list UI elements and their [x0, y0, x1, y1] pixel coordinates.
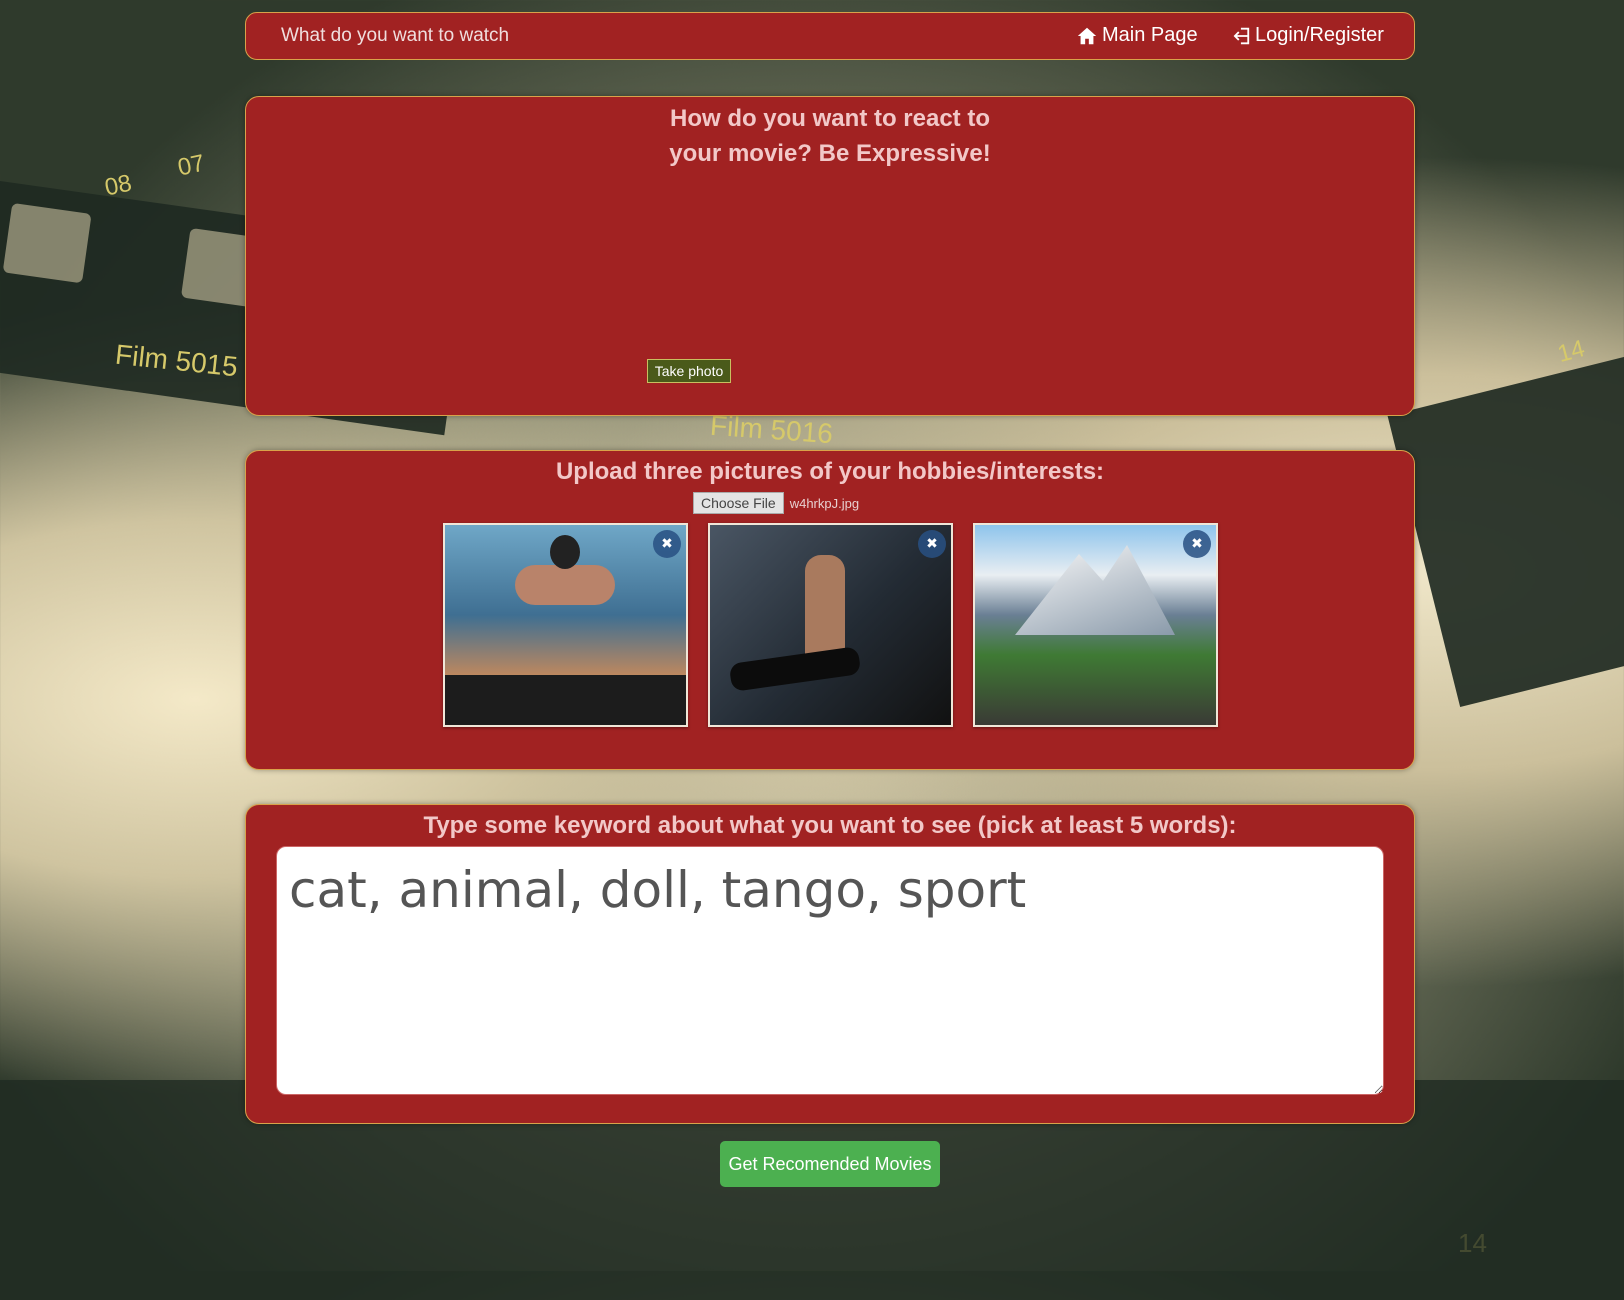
- close-icon: ✖: [926, 536, 938, 552]
- nav-login-register[interactable]: Login/Register: [1229, 24, 1384, 47]
- image-detail: [445, 675, 686, 725]
- navbar: What do you want to watch Main Page Logi…: [245, 12, 1415, 60]
- upload-panel: Upload three pictures of your hobbies/in…: [245, 450, 1415, 770]
- image-detail: [515, 565, 615, 605]
- keywords-panel: Type some keyword about what you want to…: [245, 804, 1415, 1124]
- get-recommended-movies-button[interactable]: Get Recomended Movies: [720, 1141, 940, 1187]
- home-icon: [1077, 27, 1097, 44]
- film-strip: [1387, 353, 1624, 707]
- remove-image-button[interactable]: ✖: [918, 530, 946, 558]
- frame-number: 14: [1554, 335, 1588, 369]
- choose-file-button[interactable]: Choose File: [693, 492, 784, 514]
- film-hole: [2, 202, 92, 284]
- keywords-panel-title: Type some keyword about what you want to…: [423, 812, 1237, 839]
- hobby-image: ✖: [443, 523, 688, 727]
- frame-number: 08: [102, 169, 135, 202]
- keywords-textarea[interactable]: cat, animal, doll, tango, sport: [276, 846, 1384, 1095]
- nav-main-page[interactable]: Main Page: [1076, 24, 1198, 47]
- remove-image-button[interactable]: ✖: [653, 530, 681, 558]
- nav-main-page-label: Main Page: [1102, 24, 1198, 46]
- frame-number: 07: [175, 149, 208, 182]
- remove-image-button[interactable]: ✖: [1183, 530, 1211, 558]
- close-icon: ✖: [1191, 536, 1203, 552]
- file-input[interactable]: Choose File w4hrkpJ.jpg: [693, 492, 859, 514]
- take-photo-button[interactable]: Take photo: [647, 359, 731, 383]
- image-detail: [728, 646, 862, 692]
- brand-title[interactable]: What do you want to watch: [281, 25, 509, 47]
- file-name: w4hrkpJ.jpg: [789, 495, 860, 511]
- nav-login-register-label: Login/Register: [1255, 24, 1384, 46]
- close-icon: ✖: [661, 536, 673, 552]
- image-detail: [1015, 545, 1175, 635]
- upload-panel-title: Upload three pictures of your hobbies/in…: [555, 458, 1105, 485]
- camera-panel: How do you want to react to your movie? …: [245, 96, 1415, 416]
- login-icon: [1233, 27, 1250, 44]
- hobby-image: ✖: [973, 523, 1218, 727]
- hobby-image: ✖: [708, 523, 953, 727]
- camera-panel-title: How do you want to react to your movie? …: [669, 105, 991, 167]
- image-detail: [550, 535, 580, 569]
